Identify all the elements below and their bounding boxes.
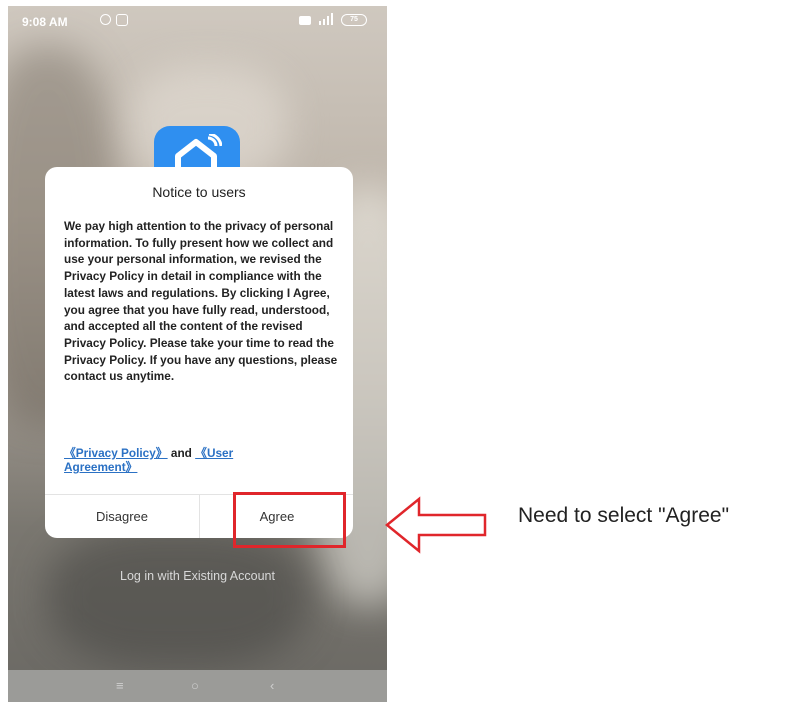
navigation-bar: ≡ ○ ‹ xyxy=(8,670,387,702)
battery-icon: 75 xyxy=(341,14,367,26)
privacy-notice-dialog: Notice to users We pay high attention to… xyxy=(45,167,353,538)
disagree-button[interactable]: Disagree xyxy=(45,495,199,538)
alarm-icon xyxy=(100,14,111,25)
privacy-policy-link[interactable]: 《Privacy Policy》 xyxy=(64,446,168,460)
status-time: 9:08 AM xyxy=(22,15,68,29)
and-text: and xyxy=(170,446,192,460)
status-bar: 9:08 AM 75 xyxy=(8,6,387,38)
message-icon xyxy=(299,16,311,25)
instruction-text: Need to select "Agree" xyxy=(518,504,730,527)
back-icon[interactable]: ‹ xyxy=(270,678,274,693)
signal-icon xyxy=(318,13,334,25)
dialog-title: Notice to users xyxy=(152,184,246,200)
policy-links: 《Privacy Policy》 and 《User Agreement》 xyxy=(64,446,264,474)
phone-screen: 9:08 AM 75 Notice to users We pay high a… xyxy=(8,6,387,702)
app-notification-icon xyxy=(116,14,128,26)
login-existing-account-link[interactable]: Log in with Existing Account xyxy=(8,569,387,583)
menu-icon[interactable]: ≡ xyxy=(116,678,124,693)
arrow-left-icon xyxy=(385,495,490,560)
agree-highlight-box xyxy=(233,492,346,548)
home-icon[interactable]: ○ xyxy=(191,678,199,693)
dialog-body: We pay high attention to the privacy of … xyxy=(64,219,338,384)
